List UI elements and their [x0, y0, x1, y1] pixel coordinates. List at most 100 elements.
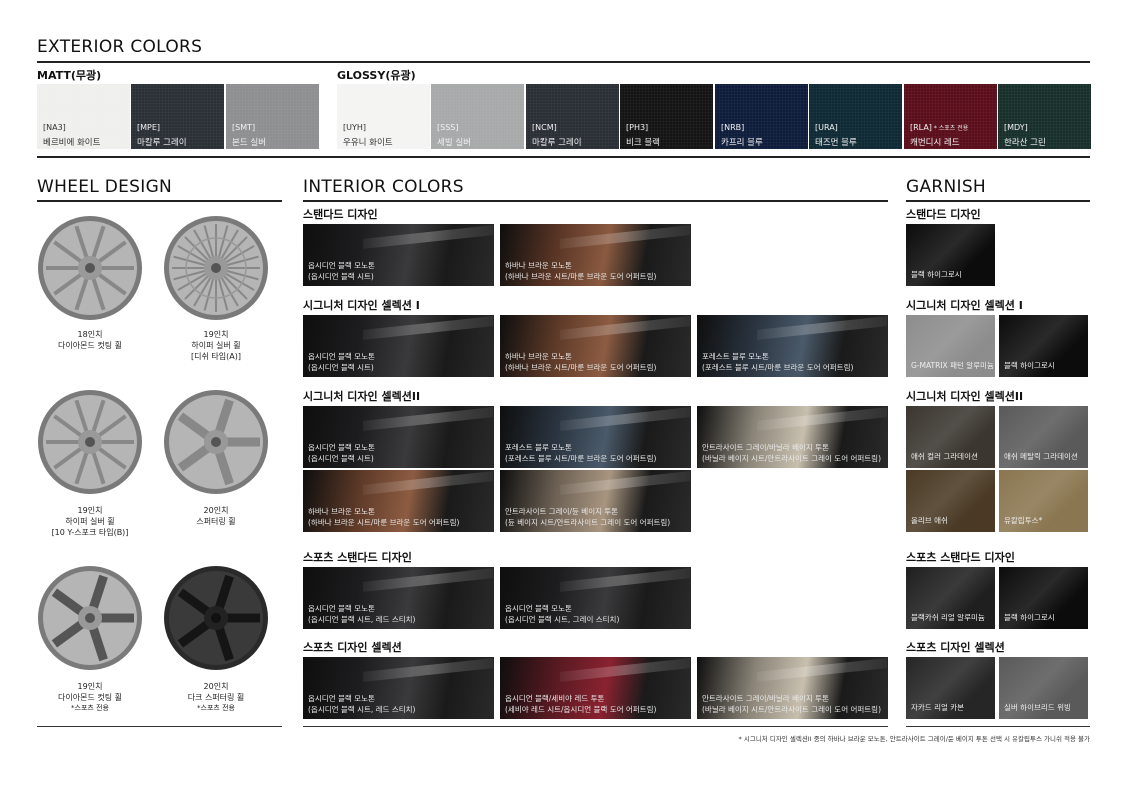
wheel-title: WHEEL DESIGN: [37, 177, 173, 197]
interior-name: 하바나 브라운 모노톤: [505, 261, 572, 270]
wheel-line: 다이아몬드 컷팅 휠: [58, 693, 122, 702]
interior-option[interactable]: 포레스트 블루 모노톤 (포레스트 블루 시트/마룬 브라운 도어 어퍼트림): [500, 406, 691, 468]
wheel-size: 20인치: [203, 682, 229, 691]
garnish-group-label: 시그니처 디자인 셀렉션II: [906, 390, 1024, 403]
color-swatch[interactable]: [UYH] 우유니 화이트: [337, 84, 430, 149]
interior-option[interactable]: 옵시디언 블랙 모노톤 (옵시디언 블랙 시트, 레드 스티치): [303, 657, 494, 719]
garnish-name: 유칼립투스*: [1004, 516, 1043, 525]
interior-option[interactable]: 옵시디언 블랙 모노톤 (옵시디언 블랙 시트): [303, 406, 494, 468]
dashboard-highlight: [560, 225, 690, 249]
wheel-caption: 20인치스퍼터링 휠: [156, 505, 276, 527]
garnish-name: 실버 하이브리드 위빙: [1004, 703, 1071, 712]
interior-detail: (포레스트 블루 시트/마룬 브라운 도어 어퍼트림): [505, 454, 657, 463]
interior-option[interactable]: 안트라사이트 그레이/바닐라 베이지 투톤 (바닐라 베이지 시트/안트라사이트 …: [697, 657, 888, 719]
garnish-option[interactable]: G-MATRIX 패턴 알루미늄: [906, 315, 995, 377]
dashboard-highlight: [363, 658, 493, 682]
swatch-code: [SMT]: [232, 123, 256, 132]
color-swatch[interactable]: [URA] 태즈먼 블루: [809, 84, 902, 149]
swatch-code: [SSS]: [437, 123, 459, 132]
wheel-size: 18인치: [77, 330, 103, 339]
interior-bottom-rule: [303, 726, 888, 727]
dashboard-highlight: [757, 658, 887, 682]
interior-name: 옵시디언 블랙 모노톤: [308, 604, 375, 613]
swatch-code: [MPE]: [137, 123, 161, 132]
interior-detail: (하바나 브라운 시트/마룬 브라운 도어 어퍼트림): [505, 363, 657, 372]
dashboard-highlight: [560, 407, 690, 431]
wheel-line: [디쉬 타입(A)]: [191, 352, 241, 361]
interior-name: 안트라사이트 그레이/바닐라 베이지 투톤: [702, 443, 829, 452]
interior-option[interactable]: 하바나 브라운 모노톤 (하바나 브라운 시트/마룬 브라운 도어 어퍼트림): [303, 470, 494, 532]
interior-option[interactable]: 안트라사이트 그레이/듄 베이지 투톤 (듄 베이지 시트/안트라사이트 그레이 …: [500, 470, 691, 532]
interior-option[interactable]: 옵시디언 블랙 모노톤 (옵시디언 블랙 시트): [303, 224, 494, 286]
garnish-option[interactable]: 유칼립투스*: [999, 470, 1088, 532]
interior-detail: (포레스트 블루 시트/마룬 브라운 도어 어퍼트림): [702, 363, 854, 372]
garnish-option[interactable]: 올리브 애쉬: [906, 470, 995, 532]
garnish-option[interactable]: 실버 하이브리드 위빙: [999, 657, 1088, 719]
garnish-option[interactable]: 블랙 하이그로시: [999, 315, 1088, 377]
garnish-name: 블랙 하이그로시: [1004, 361, 1055, 370]
wheel-size: 19인치: [77, 682, 103, 691]
color-swatch[interactable]: [RLA] * 스포츠 전용 캐번디시 레드: [904, 84, 997, 149]
color-swatch[interactable]: [NA3] 베르비에 화이트: [37, 84, 130, 149]
glossy-label: GLOSSY(유광): [337, 69, 416, 82]
wheel-caption: 19인치 하이퍼 실버 휠 [10 Y-스포크 타입(B)]: [30, 505, 150, 538]
dashboard-highlight: [560, 568, 690, 592]
wheel-bottom-rule: [37, 726, 282, 727]
garnish-name: 블랙카쉬 리얼 알루미늄: [911, 613, 985, 622]
interior-group-label: 시그니처 디자인 셀렉션II: [303, 390, 421, 403]
garnish-option[interactable]: 블랙카쉬 리얼 알루미늄: [906, 567, 995, 629]
interior-name: 포레스트 블루 모노톤: [702, 352, 769, 361]
color-swatch[interactable]: [SSS] 세빌 실버: [431, 84, 524, 149]
wheel-caption: 19인치 하이퍼 실버 휠 [디쉬 타입(A)]: [156, 329, 276, 362]
wheel-image: [38, 390, 142, 494]
interior-detail: (바닐라 베이지 시트/안트라사이트 그레이 도어 어퍼트림): [702, 705, 881, 714]
swatch-code: [UYH]: [343, 123, 366, 132]
wheel-line: 하이퍼 실버 휠: [191, 341, 241, 350]
interior-name: 안트라사이트 그레이/바닐라 베이지 투톤: [702, 694, 829, 703]
swatch-code: [MDY]: [1004, 123, 1028, 132]
interior-detail: (옵시디언 블랙 시트, 레드 스티치): [308, 615, 416, 624]
dashboard-highlight: [363, 225, 493, 249]
swatch-name: 세빌 실버: [437, 138, 471, 148]
interior-detail: (옵시디언 블랙 시트, 레드 스티치): [308, 705, 416, 714]
garnish-group-label: 스포츠 스탠다드 디자인: [906, 551, 1015, 564]
wheel-image: [38, 566, 142, 670]
garnish-option[interactable]: 블랙 하이그로시: [906, 224, 995, 286]
wheel-line: *스포츠 전용: [197, 704, 235, 712]
color-swatch[interactable]: [MPE] 마칼루 그레이: [131, 84, 224, 149]
interior-detail: (하바나 브라운 시트/마룬 브라운 도어 어퍼트림): [308, 518, 460, 527]
swatch-name: 한라산 그린: [1004, 138, 1046, 148]
wheel-line: [10 Y-스포크 타입(B)]: [51, 528, 129, 537]
wheel-line: 스퍼터링 휠: [196, 517, 236, 526]
interior-title: INTERIOR COLORS: [303, 177, 464, 197]
garnish-option[interactable]: 애쉬 컬러 그라데이션: [906, 406, 995, 468]
interior-detail: (옵시디언 블랙 시트): [308, 272, 374, 281]
garnish-option[interactable]: 애쉬 메탈릭 그라데이션: [999, 406, 1088, 468]
color-swatch[interactable]: [NRB] 카프리 블루: [715, 84, 808, 149]
interior-name: 옵시디언 블랙 모노톤: [505, 604, 572, 613]
garnish-option[interactable]: 블랙 하이그로시: [999, 567, 1088, 629]
garnish-title: GARNISH: [906, 177, 987, 197]
interior-detail: (세비야 레드 시트/옵시디언 블랙 도어 어퍼트림): [505, 705, 657, 714]
interior-name: 옵시디언 블랙 모노톤: [308, 443, 375, 452]
interior-option[interactable]: 옵시디언 블랙 모노톤 (옵시디언 블랙 시트, 그레이 스티치): [500, 567, 691, 629]
dashboard-highlight: [560, 471, 690, 495]
garnish-option[interactable]: 자카드 리얼 카본: [906, 657, 995, 719]
interior-option[interactable]: 옵시디언 블랙 모노톤 (옵시디언 블랙 시트, 레드 스티치): [303, 567, 494, 629]
color-swatch[interactable]: [PH3] 비크 블랙: [620, 84, 713, 149]
wheel-size: 20인치: [203, 506, 229, 515]
interior-option[interactable]: 하바나 브라운 모노톤 (하바나 브라운 시트/마룬 브라운 도어 어퍼트림): [500, 224, 691, 286]
color-swatch[interactable]: [SMT] 본드 실버: [226, 84, 319, 149]
color-swatch[interactable]: [NCM] 마칼루 그레이: [526, 84, 619, 149]
interior-option[interactable]: 옵시디언 블랙/세비야 레드 투톤 (세비야 레드 시트/옵시디언 블랙 도어 어…: [500, 657, 691, 719]
interior-option[interactable]: 포레스트 블루 모노톤 (포레스트 블루 시트/마룬 브라운 도어 어퍼트림): [697, 315, 888, 377]
swatch-code: [NA3]: [43, 123, 66, 132]
interior-group-label: 스탠다드 디자인: [303, 208, 378, 221]
interior-option[interactable]: 안트라사이트 그레이/바닐라 베이지 투톤 (바닐라 베이지 시트/안트라사이트 …: [697, 406, 888, 468]
interior-option[interactable]: 옵시디언 블랙 모노톤 (옵시디언 블랙 시트): [303, 315, 494, 377]
wheel-line: 다크 스퍼터링 휠: [187, 693, 245, 702]
color-swatch[interactable]: [MDY] 한라산 그린: [998, 84, 1091, 149]
interior-rule: [303, 200, 888, 202]
interior-option[interactable]: 하바나 브라운 모노톤 (하바나 브라운 시트/마룬 브라운 도어 어퍼트림): [500, 315, 691, 377]
garnish-name: 블랙 하이그로시: [911, 270, 962, 279]
